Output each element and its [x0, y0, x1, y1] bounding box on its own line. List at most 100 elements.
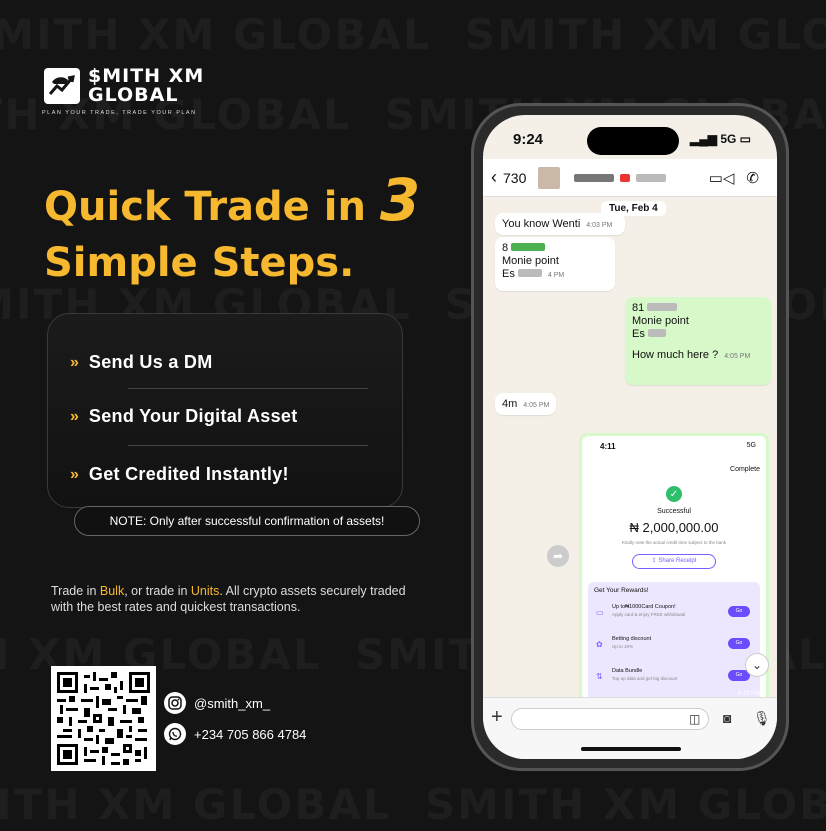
message-text: 8 [502, 242, 509, 254]
chat-header: ‹ 730 ▭◁ ✆ [483, 159, 777, 197]
highlight-units: Units [190, 584, 220, 598]
video-call-icon[interactable]: ▭◁ [709, 169, 735, 187]
step-label: Send Us a DM [88, 352, 213, 372]
instagram-handle: @smith_xm_ [194, 695, 271, 711]
reward-sub: Top-up data and get big discount [612, 676, 678, 681]
message-input[interactable] [511, 708, 709, 730]
rewards-title: Get Your Rewards! [594, 587, 649, 594]
divider [128, 445, 368, 446]
dynamic-island [587, 127, 679, 155]
reward-item: ✿ Betting discount Up to 10% Go [594, 634, 754, 660]
reward-item: ⇅ Data Bundle Top-up data and get big di… [594, 666, 754, 692]
message-in[interactable]: 8 Monie point Es 4 PM [495, 237, 615, 291]
headline-line2: Simple Steps. [44, 240, 355, 286]
description-text: , or trade in [124, 584, 191, 598]
brand-logo: $MITH XM GLOBAL PLAN YOUR TRADE, TRADE Y… [42, 66, 204, 117]
contact-name-redacted [620, 173, 631, 182]
home-indicator [581, 747, 681, 751]
reward-go-button: Go [728, 606, 750, 617]
reward-sub: Apply card & enjoy FREE withdrawal [612, 612, 686, 617]
instagram-contact[interactable]: @smith_xm_ [164, 692, 270, 714]
reward-title: Data Bundle [612, 668, 643, 674]
receipt-status: Successful [657, 508, 691, 515]
data-bundle-icon: ⇅ [596, 672, 603, 681]
watermark-row: SMITH XM GLOBAL SMITH XM GLOBAL SMITH XM… [0, 780, 826, 829]
message-out[interactable]: 81 Monie point Es How much here ? 4:05 PM [625, 297, 771, 385]
watermark-row: SMITH XM GLOBAL SMITH XM GLOBAL SMITH XM… [0, 10, 826, 59]
status-network: ▂▄▆ 5G ▭ [690, 132, 751, 146]
double-chevron-icon: » [70, 353, 79, 371]
betting-icon: ✿ [596, 640, 603, 649]
share-receipt-button: ⇪ Share Receipt [632, 554, 716, 569]
card-icon: ▭ [596, 608, 604, 617]
reward-title: Up to₦1000Card Coupon! [612, 604, 676, 610]
step-item: » Send Us a DM [70, 352, 213, 373]
camera-icon[interactable]: ◙ [723, 710, 731, 726]
whatsapp-contact[interactable]: +234 705 866 4784 [164, 723, 306, 745]
phone-call-icon[interactable]: ✆ [746, 169, 759, 187]
note-pill: NOTE: Only after successful confirmation… [74, 506, 420, 536]
reward-title: Betting discount [612, 636, 652, 642]
receipt-screenshot: 4:11 5G Complete ✓ Successful ₦ 2,000,00… [582, 436, 766, 700]
message-text: 4m [502, 398, 518, 410]
bull-chart-icon [42, 66, 82, 106]
receipt-time: 4:11 [600, 442, 616, 451]
message-text: You know Wenti [502, 218, 581, 230]
message-in[interactable]: 4m 4:05 PM [495, 393, 557, 415]
headline: Quick Trade in 3 Simple Steps. [44, 171, 420, 291]
step-item: » Get Credited Instantly! [70, 464, 289, 485]
receipt-complete-link: Complete [730, 466, 760, 473]
step-label: Send Your Digital Asset [88, 406, 298, 426]
microphone-icon[interactable]: 🎙 [753, 710, 771, 727]
message-text: Es [502, 268, 515, 280]
message-text: Es [632, 328, 645, 340]
rewards-panel: Get Your Rewards! ▭ Up to₦1000Card Coupo… [588, 582, 760, 700]
instagram-icon [164, 692, 186, 714]
success-check-icon: ✓ [666, 486, 682, 502]
receipt-subtext: Kindly note the actual credit time subje… [621, 540, 727, 545]
receipt-amount: ₦ 2,000,000.00 [629, 520, 719, 535]
phone-mockup: 9:24 ▂▄▆ 5G ▭ ‹ 730 ▭◁ ✆ Tue, Feb 4 You … [471, 103, 789, 771]
sticker-icon[interactable]: ◫ [689, 712, 700, 726]
brand-tagline: PLAN YOUR TRADE, TRADE YOUR PLAN [42, 110, 197, 116]
description-text: Trade in [51, 584, 100, 598]
step-item: » Send Your Digital Asset [70, 406, 298, 427]
message-text: 81 [632, 302, 645, 314]
message-time: 4:05 PM [523, 402, 550, 409]
message-in[interactable]: You know Wenti 4:03 PM [495, 213, 625, 235]
whatsapp-number: +234 705 866 4784 [194, 726, 307, 742]
contact-name-redacted[interactable] [574, 173, 615, 182]
message-time: 4:03 PM [586, 222, 613, 229]
highlight-bulk: Bulk [99, 584, 125, 598]
chat-input-bar: + ◫ ◙ 🎙 [483, 697, 777, 759]
reward-sub: Up to 10% [612, 644, 634, 649]
phone-screen: 9:24 ▂▄▆ 5G ▭ ‹ 730 ▭◁ ✆ Tue, Feb 4 You … [483, 115, 777, 759]
step-label: Get Credited Instantly! [88, 464, 289, 484]
forward-icon[interactable]: ➦ [547, 545, 569, 567]
divider [128, 388, 368, 389]
contact-name-redacted [636, 173, 667, 182]
message-text: Monie point [502, 255, 559, 267]
headline-number: 3 [379, 166, 421, 234]
reward-item: ▭ Up to₦1000Card Coupon! Apply card & en… [594, 602, 754, 628]
message-text: Monie point [632, 315, 689, 327]
receipt-image-message[interactable]: 4:11 5G Complete ✓ Successful ₦ 2,000,00… [579, 433, 769, 703]
double-chevron-icon: » [70, 465, 79, 483]
double-chevron-icon: » [70, 407, 79, 425]
steps-card: » Send Us a DM » Send Your Digital Asset… [47, 313, 403, 508]
avatar[interactable] [538, 166, 561, 189]
brand-name-line2: GLOBAL [88, 84, 179, 106]
back-chevron-icon[interactable]: ‹ [491, 167, 497, 188]
unread-count[interactable]: 730 [503, 170, 526, 186]
status-time: 9:24 [513, 131, 544, 148]
whatsapp-icon [164, 723, 186, 745]
headline-line1: Quick Trade in [44, 184, 366, 230]
message-time: 4:05 PM [724, 353, 751, 360]
reward-go-button: Go [728, 638, 750, 649]
plus-icon[interactable]: + [491, 706, 503, 729]
qr-code[interactable] [51, 666, 156, 771]
receipt-network: 5G [746, 442, 756, 449]
description: Trade in Bulk, or trade in Units. All cr… [51, 583, 421, 615]
message-text: How much here ? [632, 349, 719, 361]
scroll-down-icon[interactable]: ⌄ [745, 653, 769, 677]
